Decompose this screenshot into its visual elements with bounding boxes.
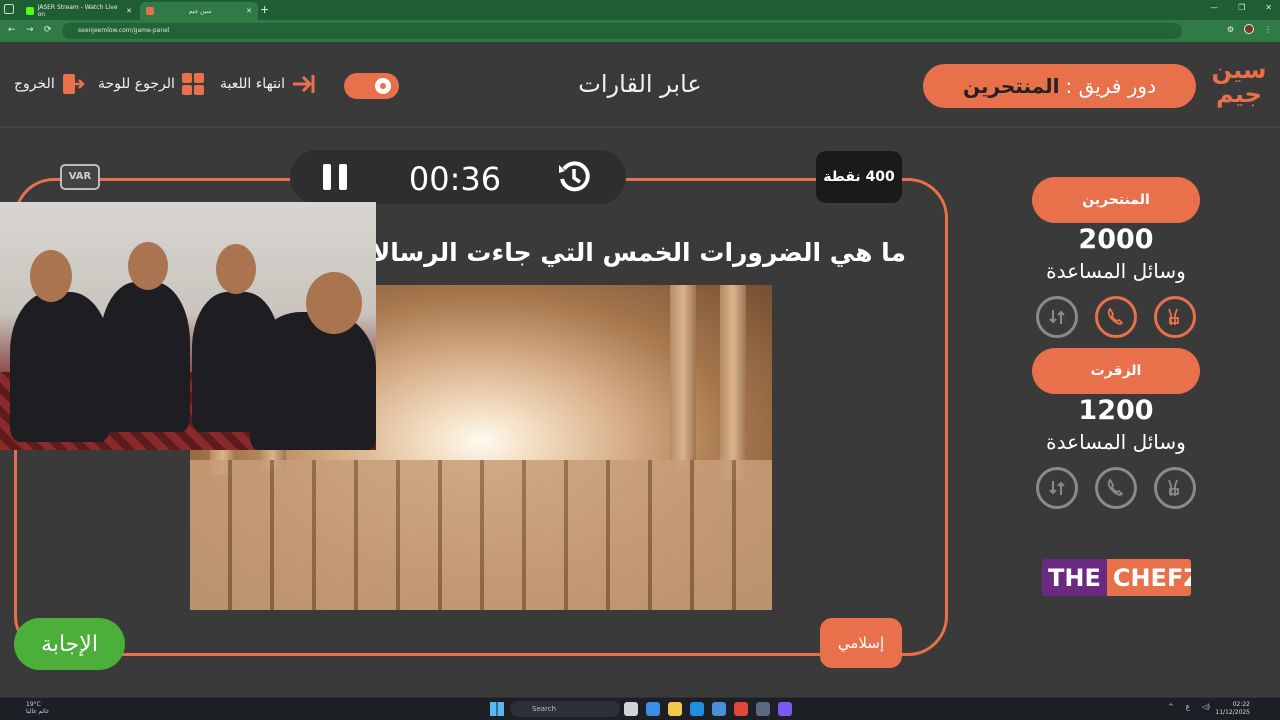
tab-seen-jeem[interactable]: سين جيم ✕ [140,2,258,20]
exit-label: الخروج [14,76,55,92]
person-head [30,250,72,302]
edge-icon[interactable] [690,702,704,716]
close-window-icon[interactable]: ✕ [1265,3,1272,12]
person-head [306,272,362,334]
file-explorer-icon[interactable] [668,702,682,716]
person-head [128,242,168,290]
url-input[interactable]: seenjeemlow.com/game-panel [62,23,1182,39]
seenjeem-logo: سين جيم [1211,56,1267,108]
exit-button[interactable]: الخروج [14,72,85,96]
store-icon[interactable] [712,702,726,716]
tab-title: JASER Stream - Watch Live on [37,4,118,18]
grid-icon [181,73,204,95]
question-text: ما هي الضرورات الخمس التي جاءت الرسالات … [376,238,906,267]
windows-start-icon[interactable] [490,702,504,716]
language-indicator[interactable]: ع [1186,703,1190,711]
timer-display: 00:36 [408,160,502,198]
new-tab-button[interactable]: + [260,3,269,16]
seenjeem-favicon-icon [146,7,154,15]
points-badge: 400 نقطة [816,151,902,203]
back-arrow-icon[interactable]: ← [8,25,16,35]
team2-swap-help-icon[interactable] [1036,467,1078,509]
taskbar-clock[interactable]: 02:22 11/12/2025 [1215,701,1250,717]
person [250,312,376,450]
timer-bar: 00:36 [290,150,626,204]
person [10,292,110,442]
team1-call-friend-icon[interactable] [1095,296,1137,338]
weather-temp: 19°C [26,701,41,708]
tab-jaser-stream[interactable]: JASER Stream - Watch Live on ✕ [20,2,138,20]
steam-icon[interactable] [756,702,770,716]
arrow-to-line-icon [293,75,315,93]
chrome-icon[interactable] [734,702,748,716]
turn-indicator: دور فريق : المنتحرين [923,64,1196,108]
sponsor-part2: CHEFZ [1106,559,1191,596]
team2-two-answers-icon[interactable] [1154,467,1196,509]
arch-column [670,285,696,470]
taskbar-search-input[interactable]: Search [510,701,620,717]
exit-door-icon [62,74,85,94]
reset-timer-icon[interactable] [556,159,592,195]
browser-toolbar-icons: ⚙ ⋮ [1227,24,1272,34]
task-view-icon[interactable] [624,702,638,716]
back-to-board-label: الرجوع للوحة [98,76,175,92]
team1-helps-label: وسائل المساعدة [1046,259,1186,283]
chevron-up-icon[interactable]: ^ [1168,703,1174,711]
weather-desc: غائم غالبا [26,708,49,715]
extensions-icon[interactable]: ⚙ [1227,25,1234,34]
toggle-knob [375,78,391,94]
person-head [216,244,256,294]
system-tray: ^ ع ◁) [1168,703,1210,711]
back-to-board-button[interactable]: الرجوع للوحة [98,72,205,96]
end-game-label: انتهاء اللعبة [220,76,286,92]
reload-icon[interactable]: ⟳ [44,25,52,35]
minimize-icon[interactable]: — [1210,3,1218,12]
team1-name: المنتحرين [1032,177,1200,223]
window-controls: — ❐ ✕ [1210,3,1272,12]
pause-icon[interactable] [320,162,350,192]
game-title: عابر القارات [578,70,702,98]
team2-call-friend-icon[interactable] [1095,467,1137,509]
maze-floor [190,460,772,610]
sponsor-part1: THE [1042,559,1107,596]
maximize-icon[interactable]: ❐ [1238,3,1245,12]
settings-toggle[interactable] [344,73,399,99]
volume-icon[interactable]: ◁) [1202,703,1210,711]
team2-name: الزقرت [1032,348,1200,394]
var-icon[interactable]: VAR [60,164,100,190]
category-badge: إسلامي [820,618,902,668]
kick-favicon-icon [26,7,34,15]
webcam-overlay [0,202,376,450]
team2-score: 1200 [1078,395,1154,426]
address-bar: ← → ⟳ seenjeemlow.com/game-panel ⚙ ⋮ [0,20,1280,42]
turn-label: دور فريق : [1065,74,1156,98]
turn-team: المنتحرين [963,74,1060,98]
menu-icon[interactable]: ⋮ [1264,25,1272,34]
profile-avatar[interactable] [1244,24,1254,34]
copilot-icon[interactable] [646,702,660,716]
end-game-button[interactable]: انتهاء اللعبة [220,72,315,96]
tab-title: سين جيم [188,7,212,15]
team1-two-answers-icon[interactable] [1154,296,1196,338]
team2-helps-label: وسائل المساعدة [1046,430,1186,454]
sponsor-logo: THE CHEFZ [1042,559,1191,596]
team1-score: 2000 [1078,224,1154,255]
game-header: الخروج الرجوع للوحة انتهاء اللعبة عابر ا… [0,42,1280,128]
clock-time: 02:22 [1232,701,1250,708]
windows-taskbar: 19°C غائم غالبا Search ^ ع ◁) 02:22 11/1… [0,697,1280,720]
forward-arrow-icon[interactable]: → [26,25,34,35]
answer-button[interactable]: الإجابة [14,618,125,670]
close-tab-icon[interactable]: ✕ [126,7,132,15]
taskbar-apps [624,702,792,716]
weather-widget[interactable]: 19°C غائم غالبا [26,701,49,715]
team1-swap-help-icon[interactable] [1036,296,1078,338]
tab-search-icon[interactable] [4,4,14,14]
clock-date: 11/12/2025 [1215,709,1250,716]
person [100,282,190,432]
discord-icon[interactable] [778,702,792,716]
arch-column [720,285,746,480]
browser-tab-bar: JASER Stream - Watch Live on ✕ سين جيم ✕… [0,0,1280,20]
close-tab-icon[interactable]: ✕ [246,7,252,15]
